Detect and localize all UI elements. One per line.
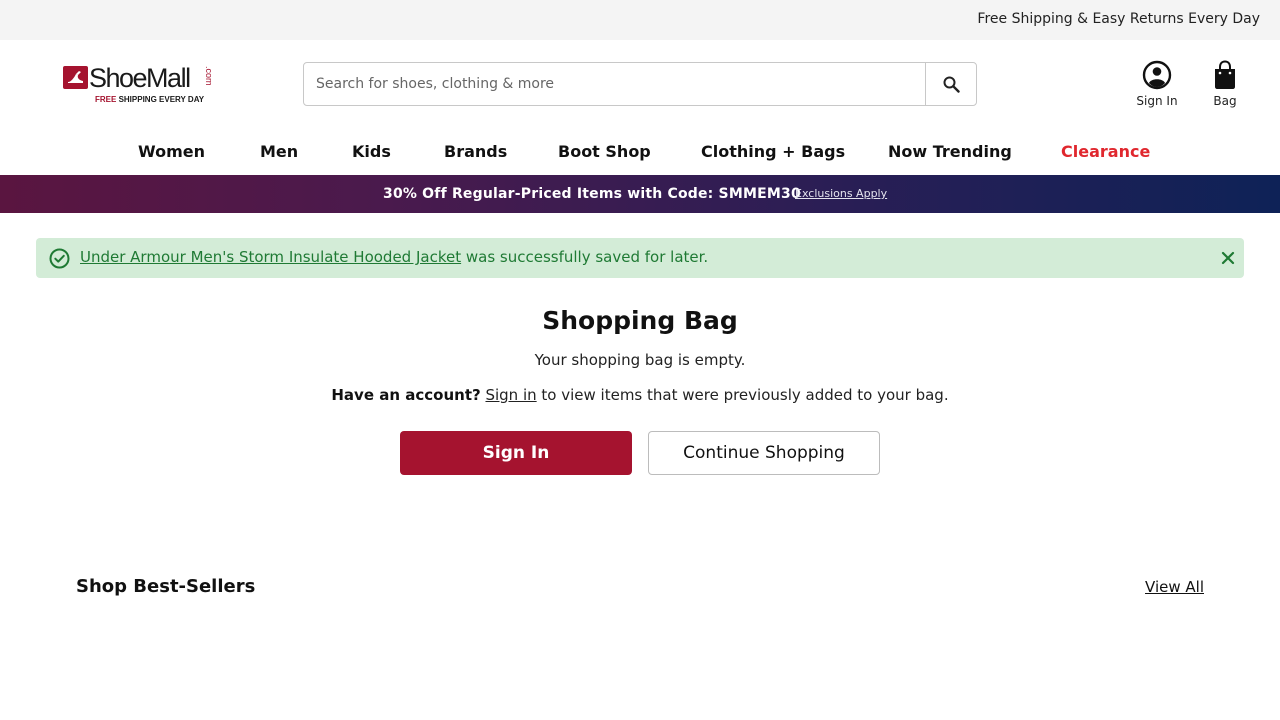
account-prompt-heading: Have an account? — [331, 386, 481, 404]
sign-in-button[interactable]: Sign In — [400, 431, 632, 475]
account-prompt-text: to view items that were previously added… — [536, 386, 949, 404]
nav-item-women[interactable]: Women — [138, 142, 205, 161]
empty-bag-message: Your shopping bag is empty. — [534, 351, 746, 369]
page-title: Shopping Bag — [542, 306, 738, 335]
top-announcement-bar: Free Shipping & Easy Returns Every Day — [0, 0, 1280, 40]
nav-item-now-trending[interactable]: Now Trending — [888, 142, 1012, 161]
promo-banner: 30% Off Regular-Priced Items with Code: … — [0, 175, 1280, 213]
sign-in-header-button[interactable]: Sign In — [1130, 60, 1184, 112]
alert-message: Under Armour Men's Storm Insulate Hooded… — [80, 248, 708, 266]
shipping-message: Free Shipping & Easy Returns Every Day — [977, 11, 1260, 27]
search-button[interactable] — [925, 63, 976, 105]
main-navigation: Women Men Kids Brands Boot Shop Clothing… — [0, 132, 1280, 174]
best-sellers-heading: Shop Best-Sellers — [76, 576, 256, 597]
shoe-logo-icon — [63, 66, 88, 89]
logo-tld: .com — [204, 66, 214, 86]
bag-label: Bag — [1213, 94, 1237, 108]
sign-in-label: Sign In — [1136, 94, 1178, 108]
shoemall-logo[interactable]: ShoeMall .com FREE SHIPPING EVERY DAY — [62, 63, 222, 107]
nav-item-kids[interactable]: Kids — [352, 142, 391, 161]
check-circle-icon — [49, 248, 70, 273]
nav-item-brands[interactable]: Brands — [444, 142, 507, 161]
nav-item-clearance[interactable]: Clearance — [1061, 142, 1150, 161]
saved-product-link[interactable]: Under Armour Men's Storm Insulate Hooded… — [80, 248, 461, 266]
sign-in-link[interactable]: Sign in — [485, 386, 536, 404]
search-bar — [303, 62, 977, 106]
bag-icon — [1204, 60, 1246, 90]
logo-wordmark: ShoeMall — [89, 63, 191, 93]
alert-message-text: was successfully saved for later. — [461, 248, 709, 266]
exclusions-link[interactable]: Exclusions Apply — [795, 187, 887, 200]
close-alert-button[interactable] — [1220, 250, 1236, 266]
logo-tagline: FREE SHIPPING EVERY DAY — [95, 95, 204, 104]
account-icon — [1130, 60, 1184, 90]
logo-tagline-free: FREE — [95, 95, 117, 104]
continue-shopping-button[interactable]: Continue Shopping — [648, 431, 880, 475]
bag-header-button[interactable]: Bag — [1204, 60, 1246, 112]
saved-for-later-alert: Under Armour Men's Storm Insulate Hooded… — [36, 238, 1244, 278]
close-icon — [1220, 251, 1236, 270]
logo-tagline-rest: SHIPPING EVERY DAY — [116, 95, 205, 104]
nav-item-men[interactable]: Men — [260, 142, 298, 161]
view-all-link[interactable]: View All — [1145, 578, 1204, 596]
promo-text: 30% Off Regular-Priced Items with Code: … — [383, 186, 801, 202]
account-prompt: Have an account? Sign in to view items t… — [0, 386, 1280, 404]
nav-item-clothing-bags[interactable]: Clothing + Bags — [701, 142, 845, 161]
nav-item-boot-shop[interactable]: Boot Shop — [558, 142, 651, 161]
search-input[interactable] — [304, 63, 926, 105]
